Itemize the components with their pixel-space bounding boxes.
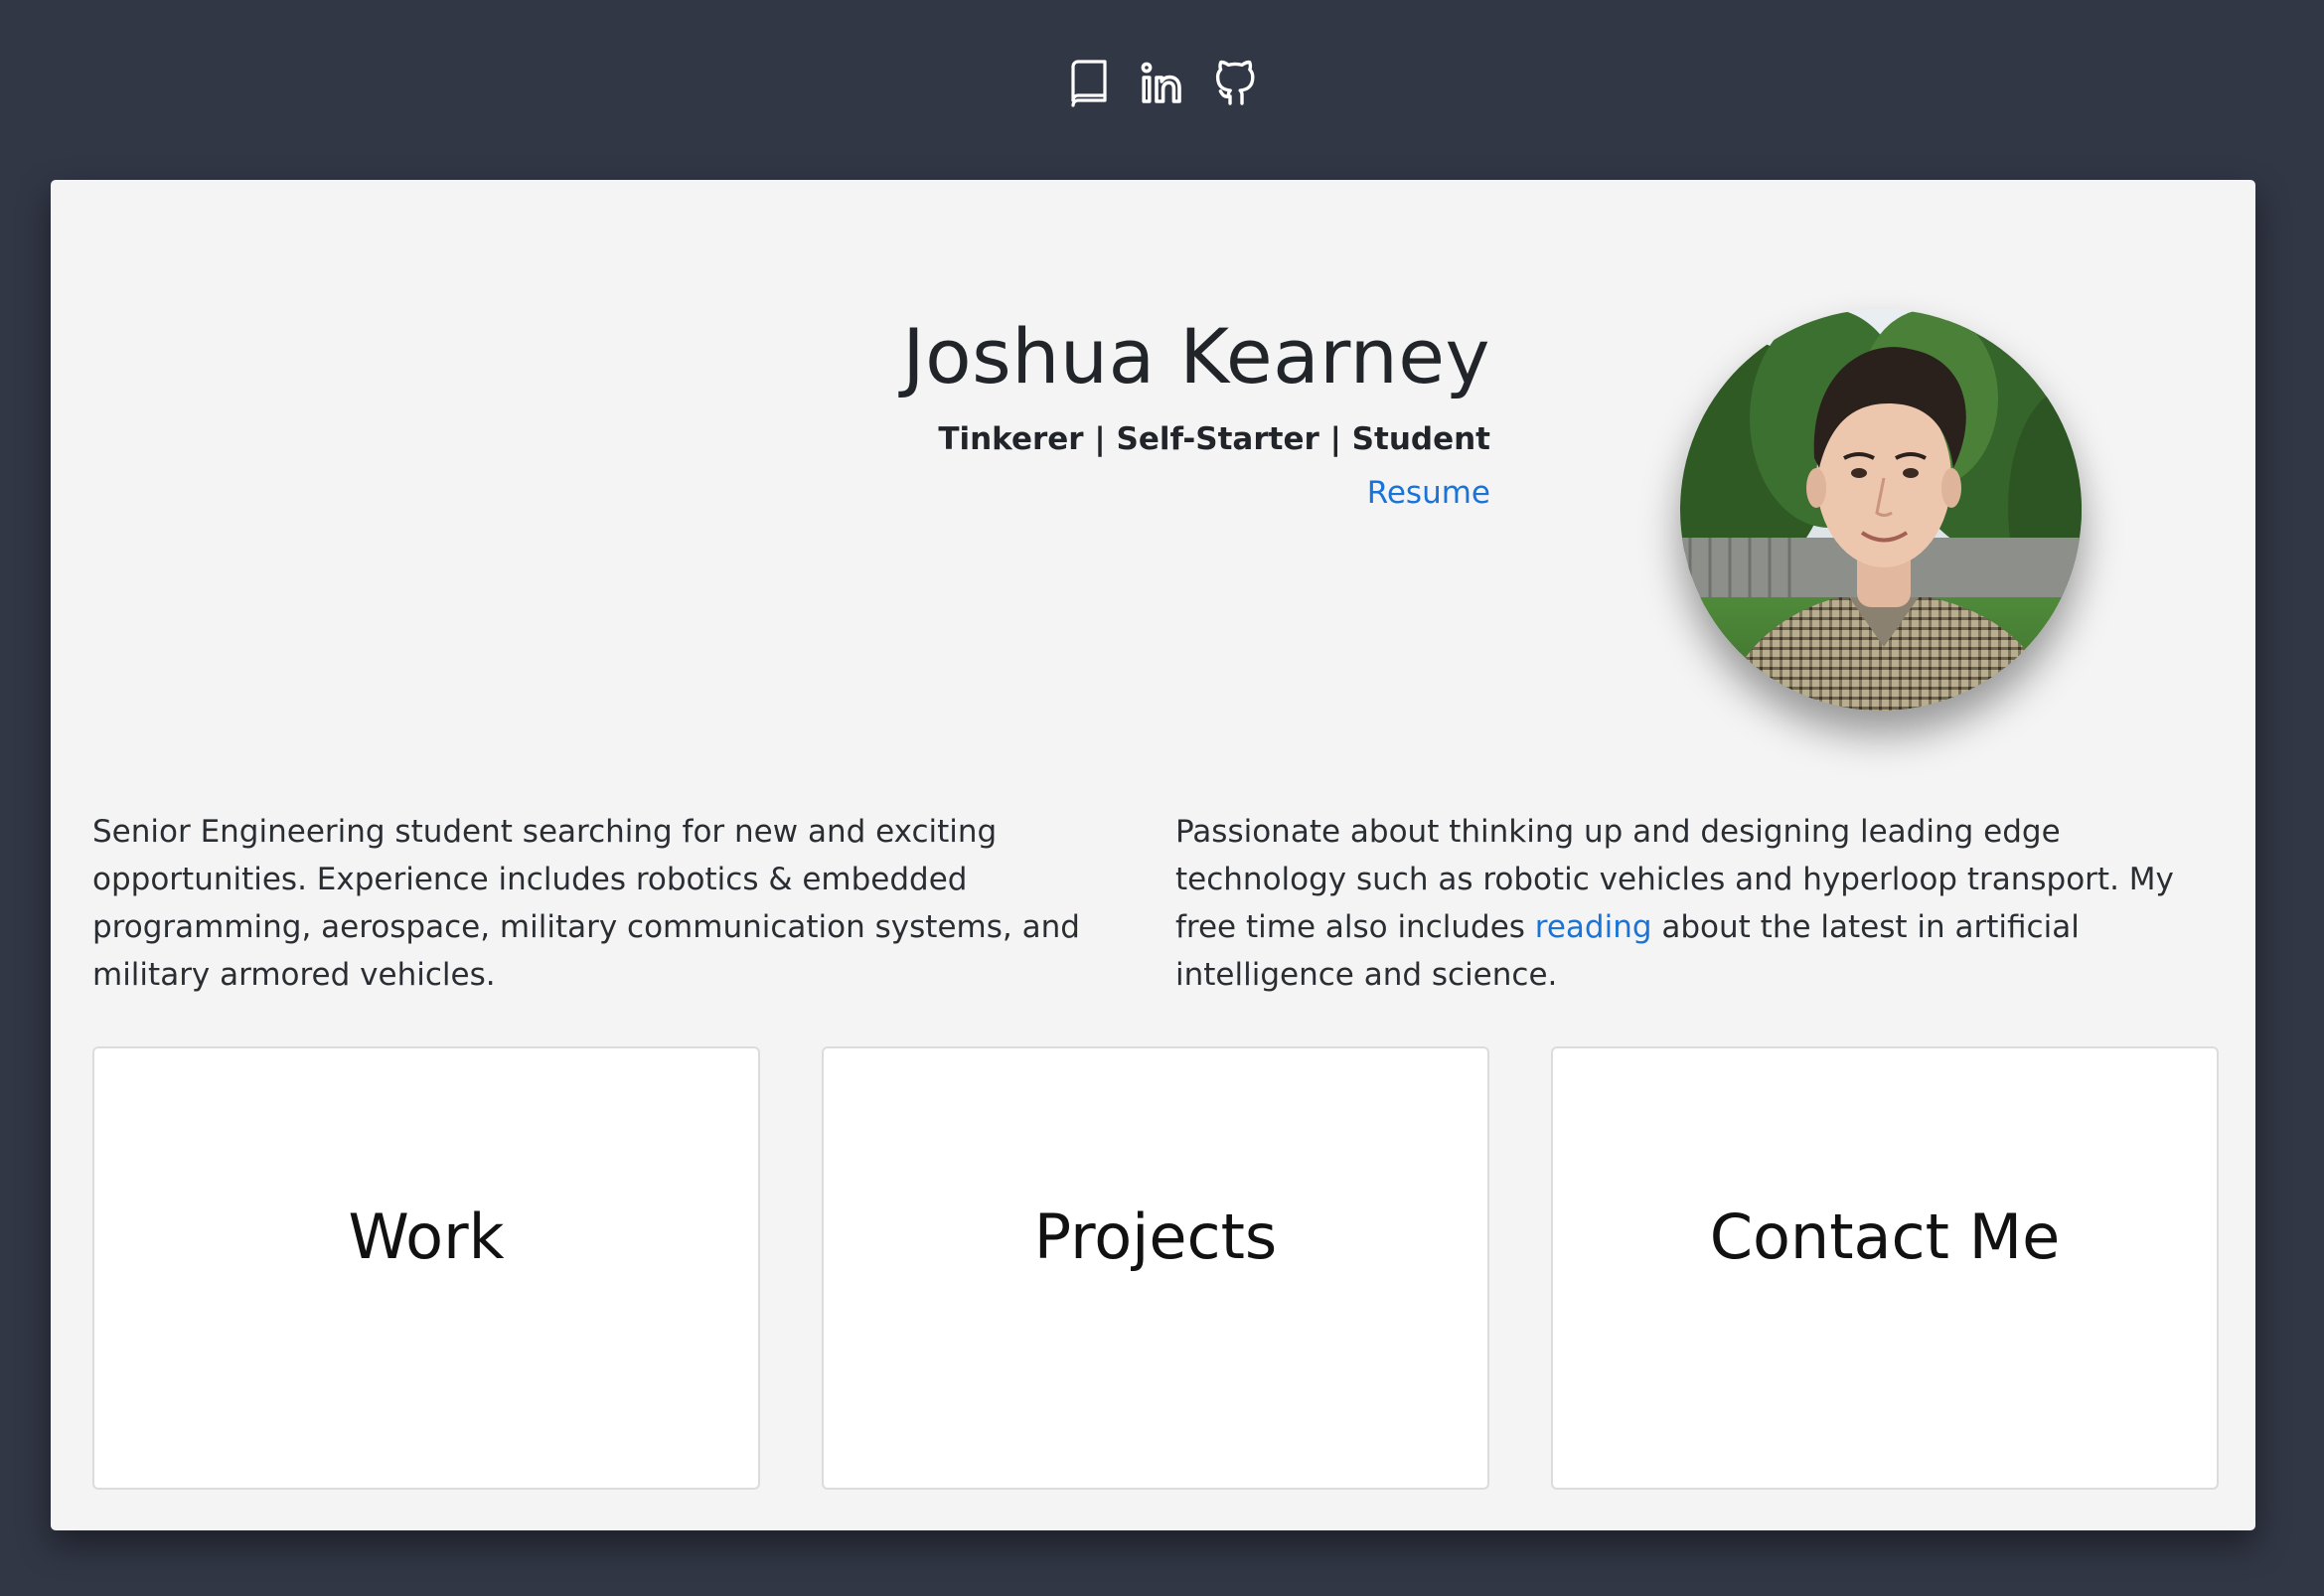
linkedin-icon [1141,62,1181,103]
work-tile[interactable]: Work [92,1046,760,1490]
github-icon [1215,60,1255,105]
book-link[interactable] [1065,58,1113,109]
linkedin-link[interactable] [1139,58,1186,109]
reading-link[interactable]: reading [1535,909,1652,945]
projects-tile-label: Projects [1033,1199,1278,1273]
main-card: Joshua Kearney Tinkerer | Self-Starter |… [51,180,2255,1530]
profile-photo-image [1680,309,2082,711]
contact-tile-label: Contact Me [1709,1199,2061,1273]
work-tile-label: Work [348,1199,505,1273]
profile-tagline: Tinkerer | Self-Starter | Student [938,421,1490,457]
profile-header: Joshua Kearney Tinkerer | Self-Starter |… [596,312,1490,511]
profile-name: Joshua Kearney [902,312,1490,400]
book-icon [1070,60,1107,107]
projects-tile[interactable]: Projects [822,1046,1489,1490]
github-link[interactable] [1212,58,1260,109]
about-left-paragraph: Senior Engineering student searching for… [92,814,1080,993]
resume-link[interactable]: Resume [1367,476,1490,510]
about-right-paragraph: Passionate about thinking up and designi… [1175,808,2219,999]
social-icon-bar [0,56,2324,111]
profile-photo [1680,309,2082,711]
navigation-tiles: Work Projects Contact Me [92,1046,2219,1490]
contact-tile[interactable]: Contact Me [1551,1046,2219,1490]
about-section: Senior Engineering student searching for… [92,808,2219,999]
